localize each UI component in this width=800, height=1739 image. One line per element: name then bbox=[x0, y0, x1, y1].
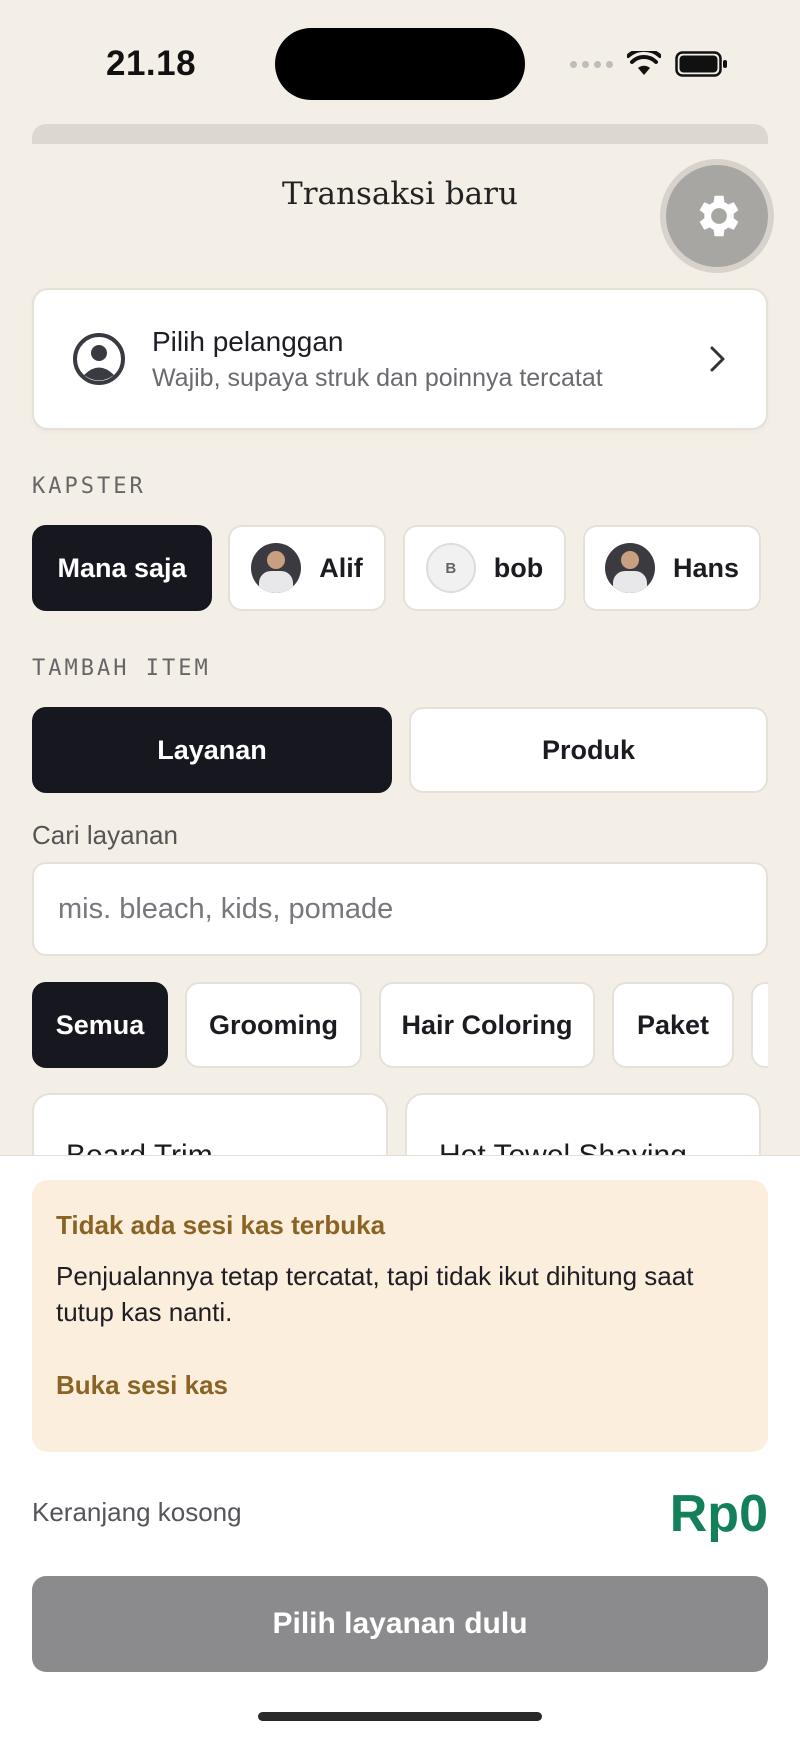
home-indicator bbox=[258, 1712, 542, 1721]
chip-label: bob bbox=[493, 552, 544, 583]
kapster-chip-bob[interactable]: B bob bbox=[403, 525, 566, 611]
customer-picker[interactable]: Pilih pelanggan Wajib, supaya struk dan … bbox=[32, 288, 768, 430]
category-semua[interactable]: Semua bbox=[32, 982, 168, 1068]
chip-label: Mana saja bbox=[57, 552, 187, 583]
kapster-label: KAPSTER bbox=[32, 474, 146, 499]
kapster-chip-mana-saja[interactable]: Mana saja bbox=[32, 525, 212, 611]
gear-icon bbox=[699, 195, 739, 237]
status-time: 21.18 bbox=[106, 44, 197, 83]
warning-text: Penjualannya tetap tercatat, tapi tidak … bbox=[56, 1261, 694, 1327]
customer-title: Pilih pelanggan bbox=[152, 325, 344, 357]
chevron-right-icon bbox=[710, 346, 725, 372]
add-item-label: TAMBAH ITEM bbox=[32, 656, 211, 681]
cart-total: Rp0 bbox=[669, 1485, 768, 1543]
signal-dots-icon bbox=[570, 60, 613, 68]
warning-title: Tidak ada sesi kas terbuka bbox=[56, 1210, 386, 1240]
chip-label: Hans bbox=[672, 552, 740, 583]
category-hair-coloring[interactable]: Hair Coloring bbox=[379, 982, 595, 1068]
cart-status: Keranjang kosong bbox=[32, 1497, 242, 1527]
kapster-chip-alif[interactable]: Alif bbox=[228, 525, 386, 611]
tab-produk[interactable]: Produk bbox=[409, 707, 768, 793]
category-more[interactable] bbox=[751, 982, 768, 1068]
category-paket[interactable]: Paket bbox=[612, 982, 734, 1068]
chip-label: Grooming bbox=[209, 1009, 338, 1040]
chip-label: Hair Coloring bbox=[401, 1009, 573, 1040]
search-label: Cari layanan bbox=[32, 820, 178, 850]
chip-label: Paket bbox=[636, 1009, 710, 1040]
tab-label: Produk bbox=[541, 734, 635, 765]
chip-label: Semua bbox=[55, 1009, 145, 1040]
dynamic-island bbox=[275, 28, 525, 100]
battery-icon bbox=[675, 51, 727, 77]
tab-label: Layanan bbox=[157, 734, 267, 765]
status-icons bbox=[570, 46, 729, 82]
cash-session-warning: Tidak ada sesi kas terbuka Penjualannya … bbox=[32, 1180, 768, 1452]
avatar bbox=[251, 543, 302, 593]
wifi-icon bbox=[627, 51, 661, 75]
open-cash-session-link[interactable]: Buka sesi kas bbox=[56, 1370, 228, 1401]
sheet-stack-edge bbox=[32, 124, 768, 144]
checkout-button[interactable]: Pilih layanan dulu bbox=[32, 1576, 768, 1672]
tab-layanan[interactable]: Layanan bbox=[32, 707, 392, 793]
category-grooming[interactable]: Grooming bbox=[185, 982, 362, 1068]
kapster-chip-hans[interactable]: Hans bbox=[583, 525, 761, 611]
search-input[interactable] bbox=[32, 862, 768, 956]
chip-label: Alif bbox=[319, 552, 363, 583]
avatar bbox=[604, 543, 655, 593]
user-circle-icon bbox=[73, 333, 125, 385]
settings-button[interactable] bbox=[666, 165, 768, 267]
avatar: B bbox=[425, 543, 476, 593]
customer-subtitle: Wajib, supaya struk dan poinnya tercatat bbox=[152, 363, 603, 392]
